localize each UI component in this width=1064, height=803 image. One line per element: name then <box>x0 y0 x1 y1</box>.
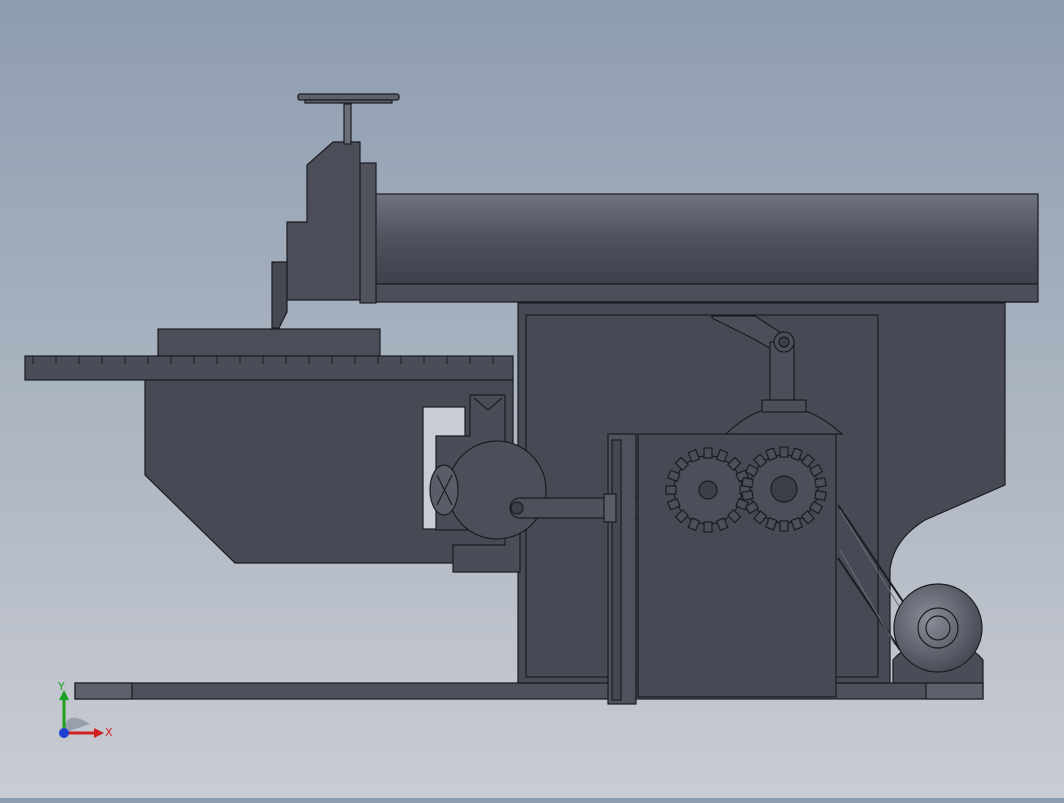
table-t-slots <box>32 356 494 364</box>
triad-x-label: X <box>105 726 113 739</box>
triad-y-label: Y <box>57 680 65 693</box>
work-block <box>157 328 381 357</box>
ram-guide <box>369 283 1039 303</box>
tool-head <box>286 141 361 301</box>
clapper-box <box>271 261 288 329</box>
motor <box>893 583 983 673</box>
graphics-viewport[interactable]: Y X <box>0 0 1064 798</box>
bull-gear <box>741 446 827 532</box>
triad-graphic: Y X <box>57 680 113 739</box>
slide-collar <box>603 493 617 523</box>
ram-end-flange <box>359 162 377 304</box>
feed-handwheel <box>297 93 400 101</box>
shaper-model[interactable] <box>0 0 1064 798</box>
reference-triad[interactable]: Y X <box>50 676 120 746</box>
feed-screw <box>343 103 352 145</box>
base-end-right <box>925 682 984 700</box>
table-top <box>24 355 514 381</box>
ram <box>369 193 1039 285</box>
crank-disc <box>447 440 547 540</box>
pinion-gear <box>665 447 751 533</box>
base-plate <box>74 682 984 700</box>
